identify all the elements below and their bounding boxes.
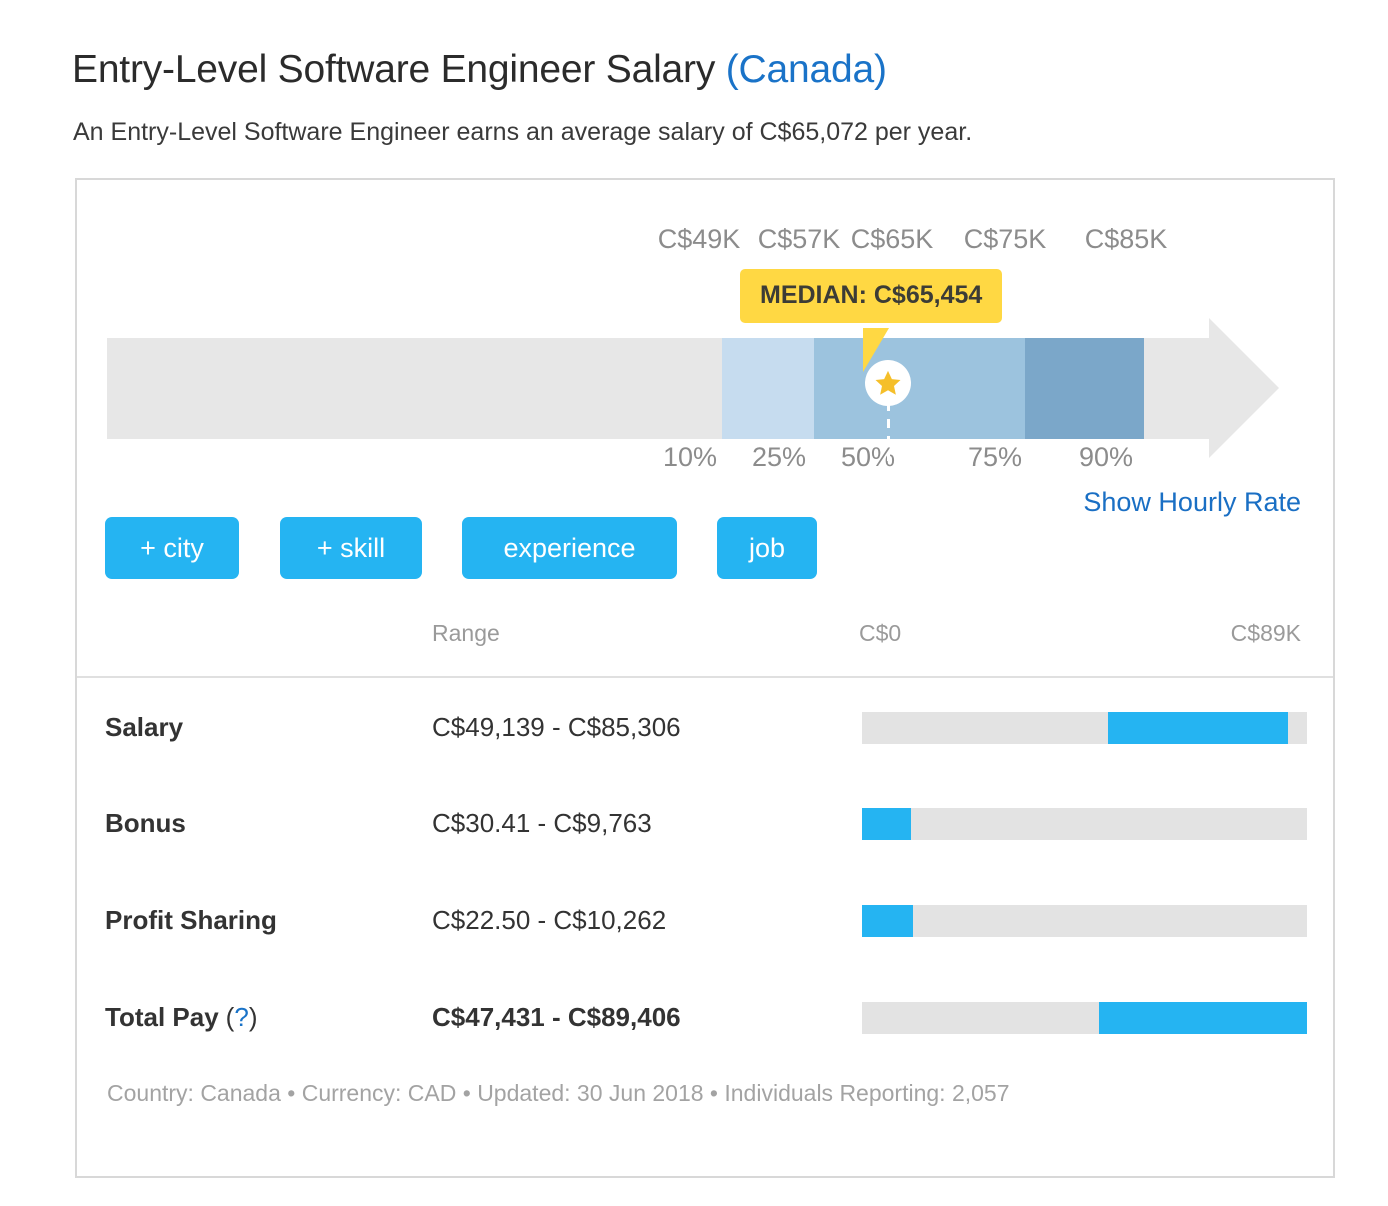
percentile-value-label: C$85K bbox=[1084, 224, 1168, 254]
table-row: Bonus C$30.41 - C$9,763 bbox=[77, 794, 1333, 852]
row-bar-track bbox=[862, 808, 1307, 840]
median-indicator-line bbox=[887, 402, 890, 461]
row-bar-track bbox=[862, 905, 1307, 937]
row-range-value: C$22.50 - C$10,262 bbox=[432, 904, 667, 935]
percentile-tick-label: 75% bbox=[967, 442, 1023, 472]
show-hourly-rate-link[interactable]: Show Hourly Rate bbox=[1083, 487, 1301, 518]
row-label: Total Pay (?) bbox=[105, 1001, 258, 1033]
percentile-segment bbox=[814, 338, 1025, 439]
percentile-arrow-head bbox=[1209, 318, 1279, 458]
row-range-value: C$30.41 - C$9,763 bbox=[432, 807, 652, 838]
star-icon bbox=[875, 370, 901, 395]
row-label: Salary bbox=[105, 711, 184, 742]
percentile-tick-label: 25% bbox=[751, 442, 807, 472]
filter-chip-job[interactable]: job bbox=[717, 517, 817, 579]
row-bar-fill bbox=[1107, 712, 1289, 744]
page-title-country[interactable]: (Canada) bbox=[726, 48, 887, 91]
percentile-value-label: C$57K bbox=[757, 224, 841, 254]
row-label: Profit Sharing bbox=[105, 904, 277, 935]
row-range-value: C$47,431 - C$89,406 bbox=[432, 1001, 681, 1032]
percentile-segment bbox=[722, 338, 814, 439]
table-footnote: Country: Canada • Currency: CAD • Update… bbox=[107, 1080, 1010, 1106]
row-label: Bonus bbox=[105, 807, 186, 838]
row-bar-fill bbox=[862, 808, 911, 840]
row-bar-fill bbox=[862, 905, 914, 937]
percentile-tick-label: 90% bbox=[1078, 442, 1134, 472]
percentile-value-labels: C$49K C$57K C$65K C$75K C$85K bbox=[77, 224, 1333, 258]
row-bar-fill bbox=[1099, 1002, 1307, 1034]
table-header: Range C$0 C$89K bbox=[77, 620, 1333, 654]
row-bar-track bbox=[862, 712, 1307, 744]
table-row: Total Pay (?) C$47,431 - C$89,406 bbox=[77, 988, 1333, 1046]
column-header-axis-max: C$89K bbox=[1230, 620, 1301, 646]
column-header-range: Range bbox=[432, 620, 500, 646]
table-row: Profit Sharing C$22.50 - C$10,262 bbox=[77, 891, 1333, 949]
page-title-role: Entry-Level Software Engineer Salary bbox=[72, 48, 716, 92]
percentile-track bbox=[107, 338, 1209, 439]
percentile-segment bbox=[1025, 338, 1144, 439]
card-divider bbox=[77, 676, 1333, 678]
percentile-value-label: C$75K bbox=[963, 224, 1047, 254]
page-title: Entry-Level Software Engineer Salary (Ca… bbox=[72, 48, 887, 92]
column-header-axis-min: C$0 bbox=[859, 620, 902, 646]
salary-card: C$49K C$57K C$65K C$75K C$85K MEDIAN: C$65,4… bbox=[75, 178, 1335, 1178]
help-question-icon[interactable]: (?) bbox=[226, 1002, 258, 1033]
percentile-value-label: C$65K bbox=[850, 224, 934, 254]
filter-chip-skill[interactable]: + skill bbox=[280, 517, 422, 579]
salary-page: Entry-Level Software Engineer Salary (Ca… bbox=[0, 0, 1388, 1206]
percentile-tick-labels: 10% 25% 50% 75% 90% bbox=[77, 442, 1333, 476]
table-row: Salary C$49,139 - C$85,306 bbox=[77, 698, 1333, 756]
filter-chip-experience[interactable]: experience bbox=[462, 517, 677, 579]
filter-chip-city[interactable]: + city bbox=[105, 517, 239, 579]
percentile-value-label: C$49K bbox=[657, 224, 741, 254]
row-bar-track bbox=[862, 1002, 1307, 1034]
median-tooltip-tail bbox=[863, 328, 889, 372]
page-subtitle: An Entry-Level Software Engineer earns a… bbox=[73, 118, 973, 146]
row-range-value: C$49,139 - C$85,306 bbox=[432, 711, 681, 742]
percentile-tick-label: 10% bbox=[662, 442, 718, 472]
median-tooltip: MEDIAN: C$65,454 bbox=[740, 269, 1003, 323]
